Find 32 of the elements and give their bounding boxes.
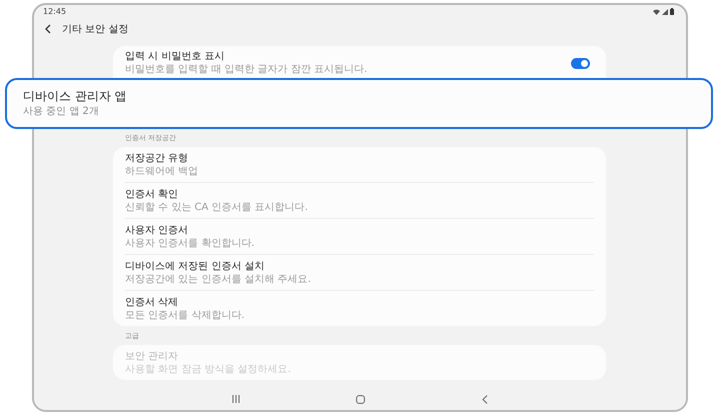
callout-title: 디바이스 관리자 앱 (23, 88, 128, 105)
item-title: 디바이스에 저장된 인증서 설치 (125, 260, 266, 274)
item-title: 사용자 인증서 (125, 224, 190, 238)
item-subtitle: 신뢰할 수 있는 CA 인증서를 표시합니다. (125, 202, 309, 214)
item-subtitle: 사용자 인증서를 확인합니다. (125, 238, 256, 250)
settings-item[interactable]: 인증서 확인 신뢰할 수 있는 CA 인증서를 표시합니다. (125, 183, 594, 218)
page-title: 기타 보안 설정 (62, 23, 128, 36)
item-title: 인증서 확인 (125, 188, 180, 202)
back-icon[interactable] (482, 394, 488, 404)
settings-item[interactable]: 사용자 인증서 사용자 인증서를 확인합니다. (125, 219, 594, 254)
settings-item[interactable]: 입력 시 비밀번호 표시 비밀번호를 입력할 때 입력한 글자가 잠깐 표시됩니다. (125, 46, 594, 78)
item-title: 보안 관리자 (125, 350, 180, 364)
battery-icon (670, 8, 674, 15)
settings-item[interactable]: 인증서 삭제 모든 인증서를 삭제합니다. (125, 291, 594, 326)
recent-apps-icon[interactable] (232, 395, 240, 403)
settings-item[interactable]: 저장공간 유형 하드웨어에 백업 (125, 147, 594, 182)
signal-icon (662, 9, 668, 15)
item-title: 인증서 삭제 (125, 296, 180, 310)
item-subtitle: 저장공간에 있는 인증서를 설치해 주세요. (125, 274, 312, 286)
status-time: 12:45 (43, 7, 66, 16)
item-title: 저장공간 유형 (125, 152, 190, 166)
settings-item[interactable]: 디바이스에 저장된 인증서 설치 저장공간에 있는 인증서를 설치해 주세요. (125, 255, 594, 290)
item-subtitle: 하드웨어에 백업 (125, 166, 200, 178)
callout-subtitle: 사용 중인 앱 2개 (23, 105, 100, 119)
home-icon[interactable] (356, 394, 366, 404)
back-icon[interactable] (44, 24, 52, 34)
item-subtitle: 비밀번호를 입력할 때 입력한 글자가 잠깐 표시됩니다. (125, 64, 368, 76)
toggle-switch[interactable] (571, 58, 590, 68)
wifi-icon (653, 9, 660, 15)
item-title: 입력 시 비밀번호 표시 (125, 50, 226, 64)
item-subtitle: 모든 인증서를 삭제합니다. (125, 310, 246, 322)
highlight-callout[interactable]: 디바이스 관리자 앱 사용 중인 앱 2개 (5, 78, 713, 129)
